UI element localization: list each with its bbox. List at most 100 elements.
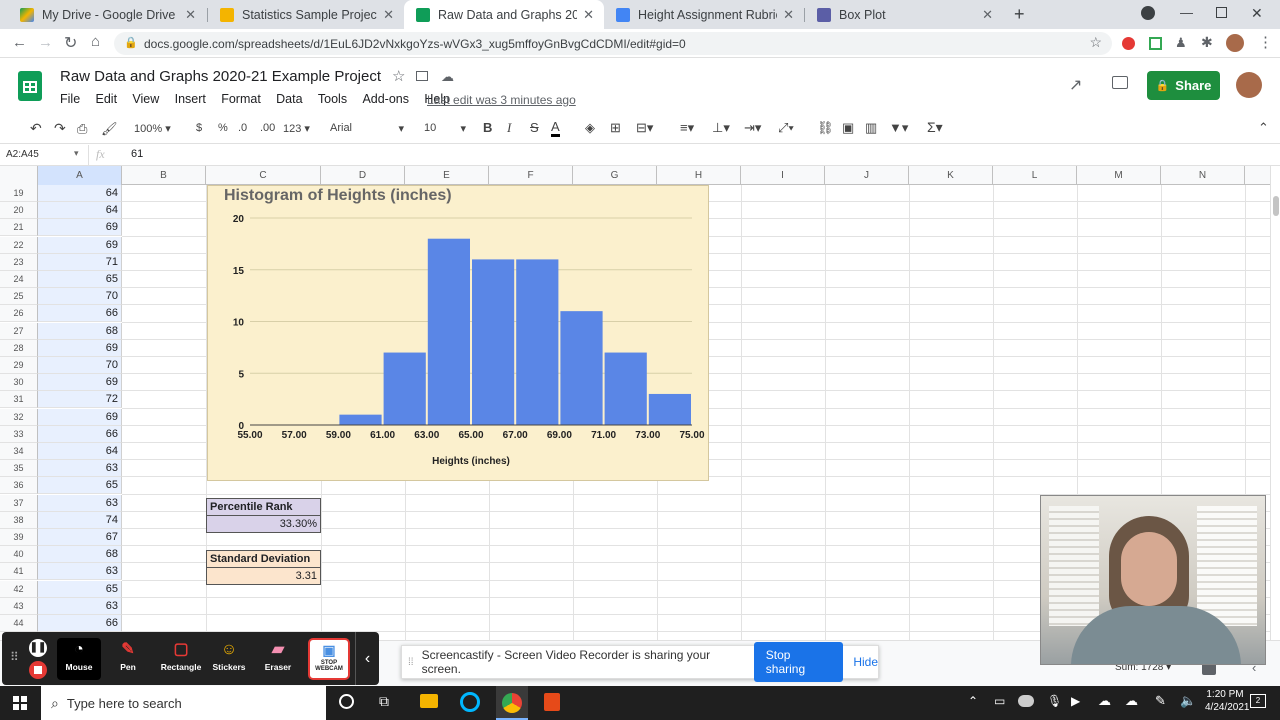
cell-a[interactable]: 66 — [38, 425, 122, 443]
row-header[interactable]: 30 — [0, 374, 38, 392]
star-icon[interactable]: ☆ — [392, 67, 405, 85]
currency-button[interactable]: $ — [196, 122, 202, 134]
vertical-scrollbar[interactable] — [1270, 166, 1280, 640]
text-rotation-icon[interactable]: ⤢▾ — [778, 120, 794, 136]
collapse-toolbar-icon[interactable]: ⌃ — [1258, 120, 1269, 136]
cell-a[interactable]: 70 — [38, 288, 122, 306]
chart-icon[interactable]: ▥ — [865, 120, 877, 136]
extension-icon[interactable] — [1122, 37, 1135, 50]
avatar[interactable] — [1226, 34, 1244, 52]
rectangle-tool-button[interactable]: ▢ Rectangle — [156, 638, 206, 680]
close-icon[interactable]: ✕ — [185, 7, 196, 23]
percent-button[interactable]: % — [218, 122, 228, 134]
vertical-align-icon[interactable]: ⊥▾ — [712, 120, 730, 136]
print-icon[interactable]: ⎙ — [77, 121, 87, 137]
mouse-tool-button[interactable]: ◔ Mouse — [57, 638, 101, 680]
menu-edit[interactable]: Edit — [96, 92, 118, 106]
stop-recording-icon[interactable] — [29, 661, 47, 679]
histogram-chart[interactable]: Histogram of Heights (inches) Heights (i… — [207, 185, 709, 481]
menu-data[interactable]: Data — [276, 92, 302, 106]
cell-a[interactable]: 69 — [38, 236, 122, 254]
taskbar-search-box[interactable]: ⌕ Type here to search — [41, 686, 326, 720]
text-color-icon[interactable]: A — [551, 119, 560, 137]
bookmark-star-icon[interactable]: ☆ — [1089, 34, 1102, 51]
stop-webcam-button[interactable]: ▣ STOP WEBCAM — [308, 638, 350, 680]
cell-a[interactable]: 69 — [38, 339, 122, 357]
volume-icon[interactable]: 🔈 — [1180, 693, 1196, 709]
column-header-l[interactable]: L — [993, 166, 1077, 185]
decrease-decimal-button[interactable]: .0 — [238, 122, 247, 134]
drag-handle-icon[interactable]: ⁞⁞ — [408, 657, 414, 668]
row-header[interactable]: 25 — [0, 288, 38, 306]
align-icon[interactable]: ≡▾ — [680, 120, 694, 136]
row-header[interactable]: 43 — [0, 597, 38, 615]
row-header[interactable]: 22 — [0, 236, 38, 254]
column-header-k[interactable]: K — [909, 166, 993, 185]
row-header[interactable]: 40 — [0, 546, 38, 564]
office-icon[interactable] — [544, 693, 560, 711]
row-header[interactable]: 27 — [0, 322, 38, 340]
row-header[interactable]: 44 — [0, 615, 38, 632]
cell-a[interactable]: 64 — [38, 185, 122, 202]
tab-raw-data-and-graphs[interactable]: Raw Data and Graphs 2020- ✕ — [404, 0, 604, 29]
column-header-m[interactable]: M — [1077, 166, 1161, 185]
tab-box-plot[interactable]: Box Plot ✕ — [805, 0, 1003, 29]
column-header-c[interactable]: C — [206, 166, 321, 185]
last-edit-link[interactable]: Last edit was 3 minutes ago — [427, 93, 576, 107]
comment-icon[interactable]: ▣ — [842, 120, 854, 136]
maximize-icon[interactable] — [1216, 7, 1227, 18]
menu-addons[interactable]: Add-ons — [362, 92, 409, 106]
tab-height-assignment-rubric[interactable]: Height Assignment Rubric 2 ✕ — [604, 0, 804, 29]
menu-format[interactable]: Format — [221, 92, 261, 106]
collapse-recorder-icon[interactable]: ‹ — [355, 632, 379, 685]
cell-a[interactable]: 64 — [38, 202, 122, 220]
row-header[interactable]: 32 — [0, 408, 38, 426]
move-folder-icon[interactable] — [416, 71, 428, 81]
screencastify-tray-icon[interactable] — [1018, 695, 1034, 707]
column-header-i[interactable]: I — [741, 166, 825, 185]
column-header-e[interactable]: E — [405, 166, 489, 185]
puzzle-icon[interactable]: ✱ — [1201, 34, 1213, 51]
home-icon[interactable]: ⌂ — [91, 33, 100, 50]
zoom-select[interactable]: 100% ▾ — [134, 122, 171, 135]
cell-a[interactable]: 64 — [38, 443, 122, 460]
functions-icon[interactable]: Σ▾ — [927, 119, 943, 136]
row-header[interactable]: 31 — [0, 391, 38, 409]
row-header[interactable]: 21 — [0, 219, 38, 237]
link-icon[interactable]: ⛓ — [817, 120, 834, 136]
cell-a[interactable]: 74 — [38, 511, 122, 529]
notifications-icon[interactable]: 2 — [1250, 694, 1266, 708]
cell-a[interactable]: 66 — [38, 305, 122, 323]
more-formats-select[interactable]: 123 ▾ — [283, 122, 310, 135]
cell-a[interactable]: 65 — [38, 580, 122, 598]
reload-icon[interactable]: ↻ — [64, 33, 77, 53]
extension-icon[interactable]: ♟ — [1175, 35, 1187, 51]
url-field[interactable]: 🔒 docs.google.com/spreadsheets/d/1EuL6JD… — [114, 32, 1112, 55]
menu-file[interactable]: File — [60, 92, 80, 106]
row-header[interactable]: 20 — [0, 202, 38, 220]
strikethrough-icon[interactable]: S — [530, 120, 539, 135]
file-explorer-icon[interactable] — [420, 694, 438, 708]
doc-title[interactable]: Raw Data and Graphs 2020-21 Example Proj… — [60, 68, 381, 85]
row-header[interactable]: 39 — [0, 529, 38, 546]
cell-a[interactable]: 67 — [38, 529, 122, 546]
stickers-tool-button[interactable]: ☺ Stickers — [207, 638, 251, 680]
windows-start-icon[interactable] — [13, 696, 27, 710]
row-header[interactable]: 41 — [0, 563, 38, 581]
menu-view[interactable]: View — [132, 92, 159, 106]
column-header-d[interactable]: D — [321, 166, 405, 185]
row-header[interactable]: 19 — [0, 185, 38, 202]
close-icon[interactable]: ✕ — [783, 7, 794, 23]
eraser-tool-button[interactable]: ▰ Eraser — [256, 638, 300, 680]
row-header[interactable]: 26 — [0, 305, 38, 323]
cell-a[interactable]: 69 — [38, 219, 122, 237]
column-header-n[interactable]: N — [1161, 166, 1245, 185]
column-header-f[interactable]: F — [489, 166, 573, 185]
cell-a[interactable]: 63 — [38, 563, 122, 581]
microphone-icon[interactable]: 🎙 — [1047, 694, 1062, 708]
menu-tools[interactable]: Tools — [318, 92, 347, 106]
percentile-rank-value[interactable]: 33.30% — [206, 515, 321, 533]
row-header[interactable]: 37 — [0, 494, 38, 512]
name-box-dropdown-icon[interactable]: ▾ — [74, 148, 79, 159]
text-wrap-icon[interactable]: ⇥▾ — [744, 120, 761, 136]
